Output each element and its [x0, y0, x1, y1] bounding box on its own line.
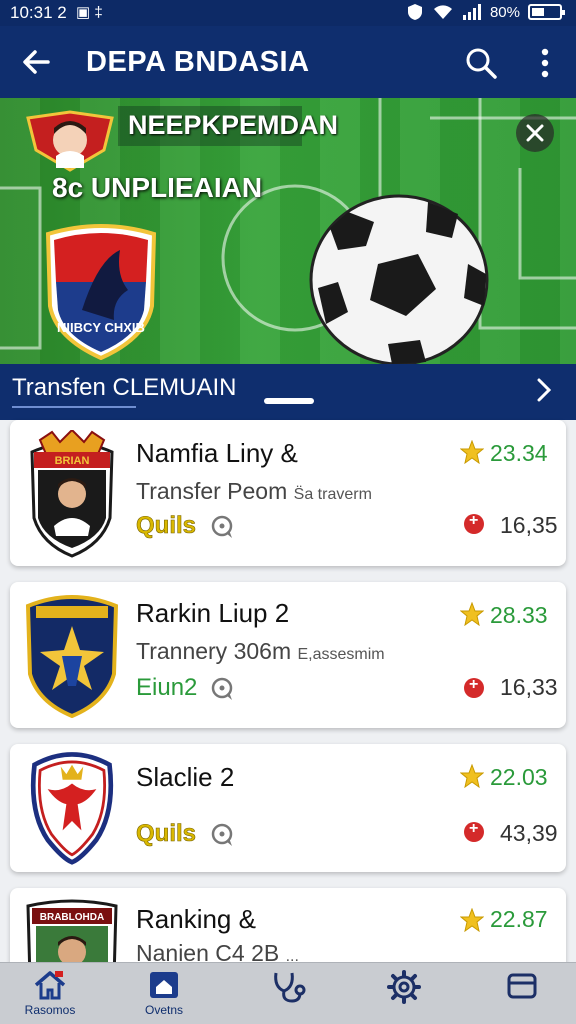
- star-icon: [460, 764, 484, 788]
- bottom-navigation: Rasomos Ovetns: [0, 962, 576, 1024]
- list-item[interactable]: Rarkin Liup 2 Trannery 306m E,assesmim E…: [10, 582, 566, 728]
- nav-item-wallet[interactable]: [482, 969, 562, 1023]
- item-tag: Eiun2: [136, 674, 198, 701]
- item-title: Ranking &: [136, 904, 256, 934]
- club-logo-icon: [30, 752, 114, 865]
- battery-percent: 80%: [489, 3, 520, 21]
- nav-item-events[interactable]: Ovetns: [124, 969, 204, 1023]
- item-description: Transfer Peom S̈a traverm: [136, 478, 372, 504]
- logo-text: BRIAN: [55, 455, 90, 467]
- soccer-ball-icon: [309, 194, 489, 364]
- house-icon: [150, 972, 178, 998]
- wallet-icon: [507, 973, 537, 999]
- stethoscope-icon: [274, 972, 306, 1003]
- item-rating: 22.03: [490, 764, 548, 790]
- chat-icon[interactable]: [210, 514, 236, 540]
- status-time: 10:31 2: [10, 3, 67, 22]
- gear-icon: [387, 970, 421, 1004]
- item-tag: Quils: [136, 820, 197, 848]
- item-tag: Quils: [136, 512, 197, 540]
- section-header[interactable]: Transfen CLEMUAIN: [0, 364, 576, 420]
- chat-icon[interactable]: [210, 822, 236, 848]
- star-icon: [460, 440, 484, 464]
- search-icon[interactable]: [462, 44, 500, 82]
- item-rating: 23.34: [490, 440, 548, 466]
- notification-icons: ▣ ‡: [76, 4, 103, 21]
- section-title: Transfen CLEMUAIN: [12, 374, 237, 401]
- club-logo-icon: BRIAN: [30, 430, 114, 558]
- alert-icon: [464, 512, 484, 534]
- nav-item-settings[interactable]: [364, 969, 444, 1023]
- wifi-icon: [433, 5, 452, 20]
- banner-headline: NEEPKPEMDAN: [128, 110, 339, 140]
- more-options-icon[interactable]: [530, 44, 560, 82]
- item-title: Namfia Liny &: [136, 438, 298, 468]
- item-count: 43,39: [500, 820, 558, 846]
- close-icon[interactable]: [516, 114, 554, 152]
- alert-icon: [464, 676, 484, 698]
- item-rating: 28.33: [490, 602, 548, 628]
- home-icon: [34, 971, 66, 1000]
- list-item[interactable]: Slaclie 2 Quils 22.03 43,39: [10, 744, 566, 872]
- club-logo-icon: [25, 595, 119, 718]
- player-badge-icon: [26, 110, 114, 172]
- item-count: 16,33: [500, 674, 558, 700]
- crest-text: NIIBCY CHXIB: [57, 320, 145, 335]
- drag-handle[interactable]: [264, 398, 314, 404]
- alert-icon: [464, 820, 484, 842]
- logo-text: BRABLOHDA: [40, 912, 104, 923]
- shield-icon: [407, 4, 422, 20]
- banner-subhead: 8c UNPLIEAIAN: [52, 172, 263, 203]
- item-title: Rarkin Liup 2: [136, 598, 290, 628]
- back-arrow-icon[interactable]: [18, 44, 54, 80]
- club-crest-icon: NIIBCY CHXIB: [45, 224, 157, 360]
- chat-icon[interactable]: [210, 676, 236, 702]
- nav-item-health[interactable]: [248, 969, 328, 1023]
- item-description: Trannery 306m E,assesmim: [136, 638, 385, 664]
- list-item[interactable]: BRIAN Namfia Liny & Transfer Peom S̈a tr…: [10, 420, 566, 566]
- nav-item-home[interactable]: Rasomos: [10, 969, 90, 1023]
- battery-icon: [528, 4, 565, 20]
- status-bar: 10:31 2 ▣ ‡ 80%: [0, 0, 576, 26]
- nav-label-events: Ovetns: [144, 1003, 183, 1017]
- item-rating: 22.87: [490, 906, 548, 932]
- star-icon: [460, 908, 484, 932]
- item-count: 16,35: [500, 512, 558, 538]
- app-title: DEPA BNDASIA: [86, 46, 310, 78]
- nav-label-home: Rasomos: [24, 1003, 76, 1017]
- signal-icon: [462, 4, 481, 20]
- promo-banner[interactable]: NEEPKPEMDAN 8c UNPLIEAIAN NIIBCY CHXIB: [0, 98, 576, 364]
- chevron-right-icon[interactable]: [534, 376, 554, 404]
- app-bar: DEPA BNDASIA: [0, 26, 576, 98]
- item-title: Slaclie 2: [136, 762, 235, 792]
- star-icon: [460, 602, 484, 626]
